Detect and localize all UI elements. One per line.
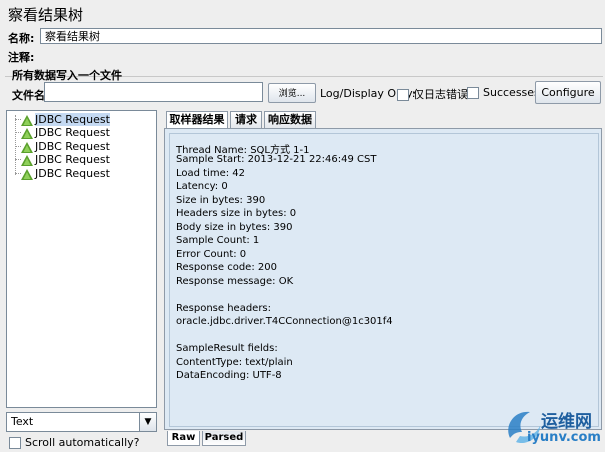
success-triangle-icon [21, 154, 33, 166]
result-line: Response code: 200 [176, 262, 277, 273]
tree-item-jdbc-request[interactable]: JDBC Request [21, 126, 110, 139]
filename-input[interactable] [44, 82, 263, 102]
tree-item-jdbc-request[interactable]: JDBC Request [21, 167, 110, 180]
result-line: SampleResult fields: [176, 343, 278, 354]
tree-item-label: JDBC Request [35, 140, 110, 153]
tree-connector [15, 115, 16, 175]
result-tree[interactable]: JDBC Request JDBC Request JDBC Request J… [6, 110, 157, 408]
watermark-logo: 运维网 iyunv.com [500, 402, 605, 450]
successes-checkbox[interactable]: Successes [467, 86, 540, 99]
result-line: Response headers: [176, 303, 272, 314]
comment-field[interactable] [40, 47, 602, 63]
result-line: Sample Count: 1 [176, 235, 260, 246]
tree-item-label: JDBC Request [35, 153, 110, 166]
renderer-select-value: Text [11, 415, 34, 428]
result-line: Body size in bytes: 390 [176, 222, 293, 233]
result-line: Load time: 42 [176, 168, 246, 179]
result-line: Size in bytes: 390 [176, 195, 266, 206]
result-line: Latency: 0 [176, 181, 228, 192]
sampler-result-panel: Thread Name: SQL方式 1-1 Sample Start: 201… [164, 128, 602, 430]
watermark-text-url: iyunv.com [527, 430, 601, 445]
result-line: oracle.jdbc.driver.T4CConnection@1c301f4 [176, 316, 393, 327]
result-line: Error Count: 0 [176, 249, 247, 260]
result-line: Sample Start: 2013-12-21 22:46:49 CST [176, 154, 377, 165]
tree-item-label: JDBC Request [35, 113, 110, 126]
filename-label: 文件名 [12, 89, 45, 102]
browse-button[interactable]: 浏览... [268, 83, 316, 103]
tree-item-jdbc-request[interactable]: JDBC Request [21, 153, 110, 166]
tree-item-jdbc-request[interactable]: JDBC Request [21, 140, 110, 153]
tree-item-label: JDBC Request [35, 126, 110, 139]
chevron-down-icon[interactable]: ▼ [139, 413, 156, 431]
errors-checkbox[interactable]: 仅日志错误 [397, 86, 468, 102]
renderer-select[interactable]: Text ▼ [6, 412, 157, 432]
scroll-auto-checkbox[interactable]: Scroll automatically? [9, 436, 139, 449]
result-line: DataEncoding: UTF-8 [176, 370, 282, 381]
result-line: Response message: OK [176, 276, 294, 287]
successes-checkbox-box[interactable] [467, 87, 479, 99]
watermark-text-cn: 运维网 [541, 412, 592, 432]
scroll-auto-checkbox-box[interactable] [9, 437, 21, 449]
result-line: Headers size in bytes: 0 [176, 208, 297, 219]
tree-item-label: JDBC Request [35, 167, 110, 180]
file-group-title: 所有数据写入一个文件 [12, 69, 122, 82]
success-triangle-icon [21, 141, 33, 153]
errors-checkbox-box[interactable] [397, 89, 409, 101]
scroll-auto-label: Scroll automatically? [25, 436, 140, 449]
tree-item-jdbc-request[interactable]: JDBC Request [21, 113, 110, 126]
name-label: 名称: [8, 32, 35, 45]
sampler-result-text-area[interactable]: Thread Name: SQL方式 1-1 Sample Start: 201… [169, 133, 599, 427]
tab-sampler-result[interactable]: 取样器结果 [166, 111, 228, 129]
window-title: 察看结果树 [8, 6, 84, 24]
name-field[interactable]: 察看结果树 [40, 28, 602, 44]
tab-request[interactable]: 请求 [230, 111, 262, 128]
tab-raw[interactable]: Raw [167, 431, 200, 446]
success-triangle-icon [21, 127, 33, 139]
configure-button[interactable]: Configure [535, 81, 601, 104]
tab-parsed[interactable]: Parsed [202, 431, 246, 446]
successes-checkbox-label: Successes [483, 86, 540, 99]
errors-checkbox-label: 仅日志错误 [413, 88, 468, 101]
tab-response-data[interactable]: 响应数据 [264, 111, 316, 128]
comment-label: 注释: [8, 51, 35, 64]
success-triangle-icon [21, 168, 33, 180]
result-line: ContentType: text/plain [176, 357, 293, 368]
success-triangle-icon [21, 114, 33, 126]
